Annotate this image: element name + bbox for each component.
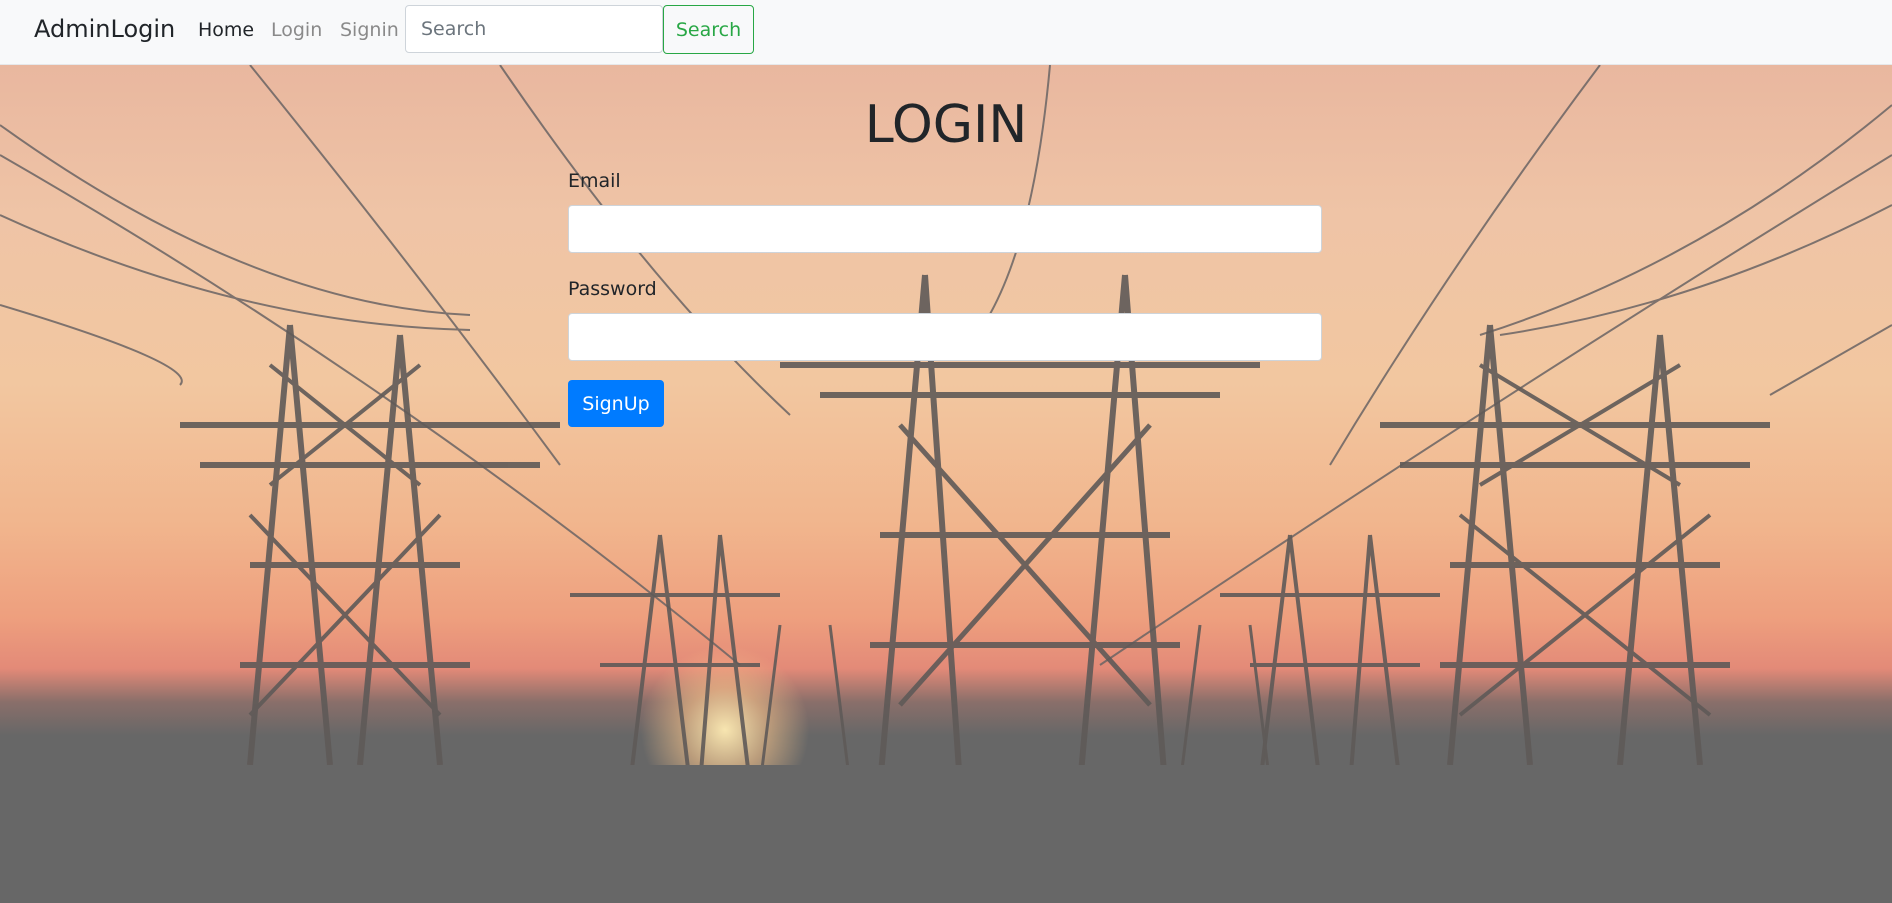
navbar: AdminLogin Home Login Signin Search	[0, 0, 1892, 65]
page-title: LOGIN	[864, 95, 1028, 155]
signup-button[interactable]: SignUp	[568, 380, 664, 427]
brand-link[interactable]: AdminLogin	[34, 15, 175, 43]
nav-link-login[interactable]: Login	[271, 19, 322, 41]
ground-silhouette	[0, 765, 1892, 903]
email-label: Email	[568, 170, 621, 192]
password-field[interactable]	[568, 313, 1322, 361]
background-image	[0, 65, 1892, 903]
password-label: Password	[568, 278, 657, 300]
nav-link-home[interactable]: Home	[198, 19, 254, 41]
search-input[interactable]	[405, 5, 663, 53]
email-field[interactable]	[568, 205, 1322, 253]
nav-link-signin[interactable]: Signin	[340, 19, 399, 41]
search-button[interactable]: Search	[663, 5, 754, 54]
